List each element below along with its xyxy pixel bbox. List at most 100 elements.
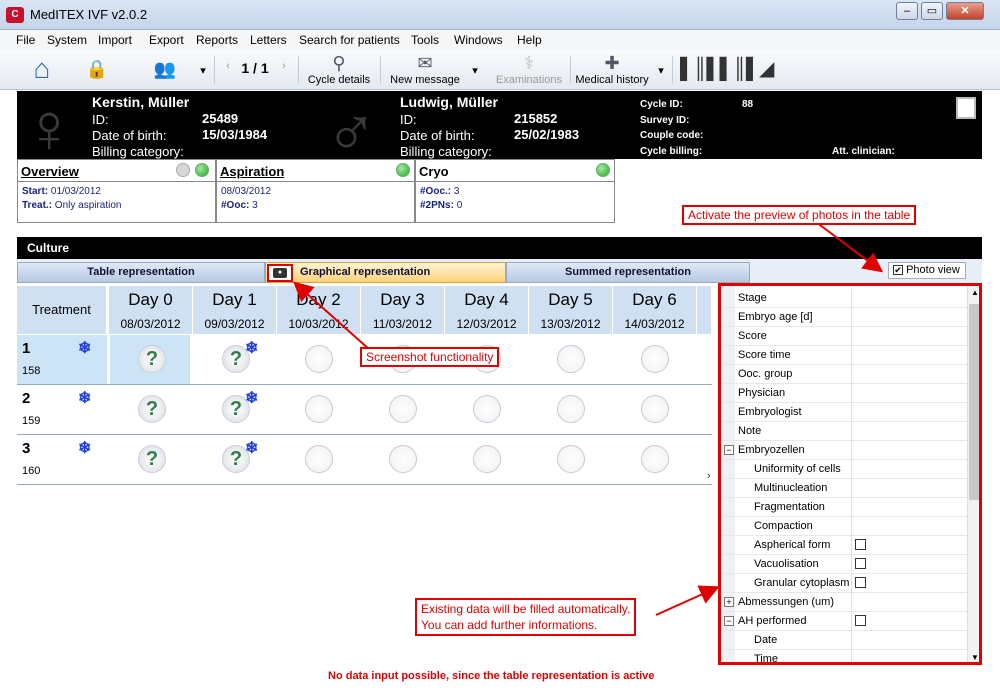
- document-icon[interactable]: [956, 97, 976, 119]
- unknown-embryo-icon[interactable]: ?: [138, 445, 166, 473]
- property-row[interactable]: Date: [721, 631, 967, 650]
- menu-letters[interactable]: Letters: [250, 33, 287, 47]
- toolbar-separator: [214, 56, 215, 84]
- property-row[interactable]: Embryo age [d]: [721, 308, 967, 327]
- property-row[interactable]: Uniformity of cells: [721, 460, 967, 479]
- close-button[interactable]: ✕: [946, 2, 984, 20]
- property-row[interactable]: Score: [721, 327, 967, 346]
- prev-button[interactable]: ‹: [222, 60, 234, 72]
- examinations-button[interactable]: ⚕ Examinations: [494, 52, 564, 86]
- aspiration-panel[interactable]: Aspiration 08/03/2012 #Ooc: 3: [216, 159, 415, 223]
- property-checkbox[interactable]: [855, 558, 866, 569]
- property-label: Fragmentation: [754, 501, 825, 513]
- row-id: 158: [22, 365, 41, 377]
- empty-embryo-slot[interactable]: [305, 395, 333, 423]
- panel-splitter-handle[interactable]: ›: [707, 470, 715, 620]
- property-row[interactable]: Aspherical form: [721, 536, 967, 555]
- property-row[interactable]: Multinucleation: [721, 479, 967, 498]
- property-row[interactable]: Physician: [721, 384, 967, 403]
- overview-panel[interactable]: Overview Start: 01/03/2012 Treat.: Only …: [17, 159, 216, 223]
- empty-embryo-slot[interactable]: [557, 345, 585, 373]
- cryo-panel[interactable]: Cryo #Ooc.: 3 #2PNs: 0: [415, 159, 615, 223]
- property-row[interactable]: − AH performed: [721, 612, 967, 631]
- property-row[interactable]: Compaction: [721, 517, 967, 536]
- photo-view-check-icon: ✔: [893, 265, 903, 275]
- empty-embryo-slot[interactable]: [641, 345, 669, 373]
- title-bar: C MedITEX IVF v2.0.2 – ▭ ✕: [0, 0, 1000, 30]
- property-row[interactable]: Vacuolisation: [721, 555, 967, 574]
- next-button[interactable]: ›: [278, 60, 290, 72]
- patients-dropdown[interactable]: ▾: [198, 64, 208, 77]
- empty-embryo-slot[interactable]: [305, 345, 333, 373]
- treatment-header: Treatment: [17, 286, 107, 334]
- empty-embryo-slot[interactable]: [473, 395, 501, 423]
- empty-embryo-slot[interactable]: [473, 445, 501, 473]
- collapse-icon[interactable]: −: [724, 616, 734, 626]
- menu-tools[interactable]: Tools: [411, 33, 439, 47]
- empty-embryo-slot[interactable]: [305, 445, 333, 473]
- scrollbar-thumb[interactable]: [969, 304, 979, 500]
- day-header: Day 4: [445, 286, 529, 314]
- scroll-up-icon[interactable]: ▲: [971, 288, 979, 297]
- maximize-button[interactable]: ▭: [921, 2, 943, 20]
- menu-bar: File System Import Export Reports Letter…: [0, 30, 1000, 50]
- home-button[interactable]: ⌂: [24, 52, 60, 86]
- property-row[interactable]: Granular cytoplasm: [721, 574, 967, 593]
- empty-embryo-slot[interactable]: [641, 445, 669, 473]
- screenshot-button[interactable]: ●: [267, 264, 293, 282]
- expand-icon[interactable]: +: [724, 597, 734, 607]
- cycle-details-button[interactable]: ⚲ Cycle details: [306, 52, 372, 86]
- minimize-button[interactable]: –: [896, 2, 918, 20]
- property-row[interactable]: Stage: [721, 289, 967, 308]
- empty-embryo-slot[interactable]: [641, 395, 669, 423]
- empty-embryo-slot[interactable]: [389, 395, 417, 423]
- collapse-icon[interactable]: −: [724, 445, 734, 455]
- new-message-button[interactable]: ✉ New message: [388, 52, 462, 86]
- menu-file[interactable]: File: [16, 33, 35, 47]
- menu-help[interactable]: Help: [517, 33, 542, 47]
- male-billing-label: Billing category:: [400, 144, 492, 159]
- empty-embryo-slot[interactable]: [557, 445, 585, 473]
- unknown-embryo-icon[interactable]: ?: [138, 345, 166, 373]
- property-checkbox[interactable]: [855, 577, 866, 588]
- menu-reports[interactable]: Reports: [196, 33, 238, 47]
- properties-scrollbar[interactable]: ▲ ▼: [967, 286, 979, 662]
- new-message-dropdown[interactable]: ▾: [470, 64, 480, 77]
- property-checkbox[interactable]: [855, 539, 866, 550]
- medical-history-dropdown[interactable]: ▾: [656, 64, 666, 77]
- new-message-label: New message: [390, 74, 460, 86]
- tab-table-representation[interactable]: Table representation: [17, 262, 265, 283]
- property-checkbox[interactable]: [855, 615, 866, 626]
- scroll-down-icon[interactable]: ▼: [971, 653, 979, 662]
- property-divider: [851, 631, 852, 650]
- medical-history-button[interactable]: ✚ Medical history: [574, 52, 650, 86]
- menu-system[interactable]: System: [47, 33, 87, 47]
- tab-graphical-representation[interactable]: Graphical representation: [265, 262, 506, 283]
- unknown-embryo-icon[interactable]: ?: [138, 395, 166, 423]
- empty-embryo-slot[interactable]: [389, 445, 417, 473]
- property-row[interactable]: Ooc. group: [721, 365, 967, 384]
- property-row[interactable]: Time: [721, 650, 967, 662]
- barcode-scanner-button[interactable]: ▌║▌▌║▌◢: [680, 52, 774, 86]
- property-row[interactable]: Note: [721, 422, 967, 441]
- table-row[interactable]: 2 159 ❄ ? ? ❄: [17, 385, 712, 435]
- photo-view-checkbox[interactable]: ✔ Photo view: [888, 262, 966, 279]
- patients-button[interactable]: 👥: [130, 52, 200, 86]
- property-row[interactable]: + Abmessungen (um): [721, 593, 967, 612]
- property-row[interactable]: Fragmentation: [721, 498, 967, 517]
- cryo-snowflake-icon: ❄: [245, 440, 259, 457]
- lock-button[interactable]: 🔒: [84, 52, 110, 86]
- property-row[interactable]: − Embryozellen: [721, 441, 967, 460]
- menu-import[interactable]: Import: [98, 33, 132, 47]
- property-row[interactable]: Embryologist: [721, 403, 967, 422]
- menu-windows[interactable]: Windows: [454, 33, 503, 47]
- property-label: Granular cytoplasm: [754, 577, 850, 589]
- cycle-billing-label: Cycle billing:: [640, 146, 703, 157]
- table-row[interactable]: 3 160 ❄ ? ? ❄: [17, 435, 712, 485]
- tab-summed-representation[interactable]: Summed representation: [506, 262, 750, 283]
- day-header: Day 5: [529, 286, 613, 314]
- empty-embryo-slot[interactable]: [557, 395, 585, 423]
- menu-export[interactable]: Export: [149, 33, 184, 47]
- menu-search-patients[interactable]: Search for patients: [299, 33, 400, 47]
- property-row[interactable]: Score time: [721, 346, 967, 365]
